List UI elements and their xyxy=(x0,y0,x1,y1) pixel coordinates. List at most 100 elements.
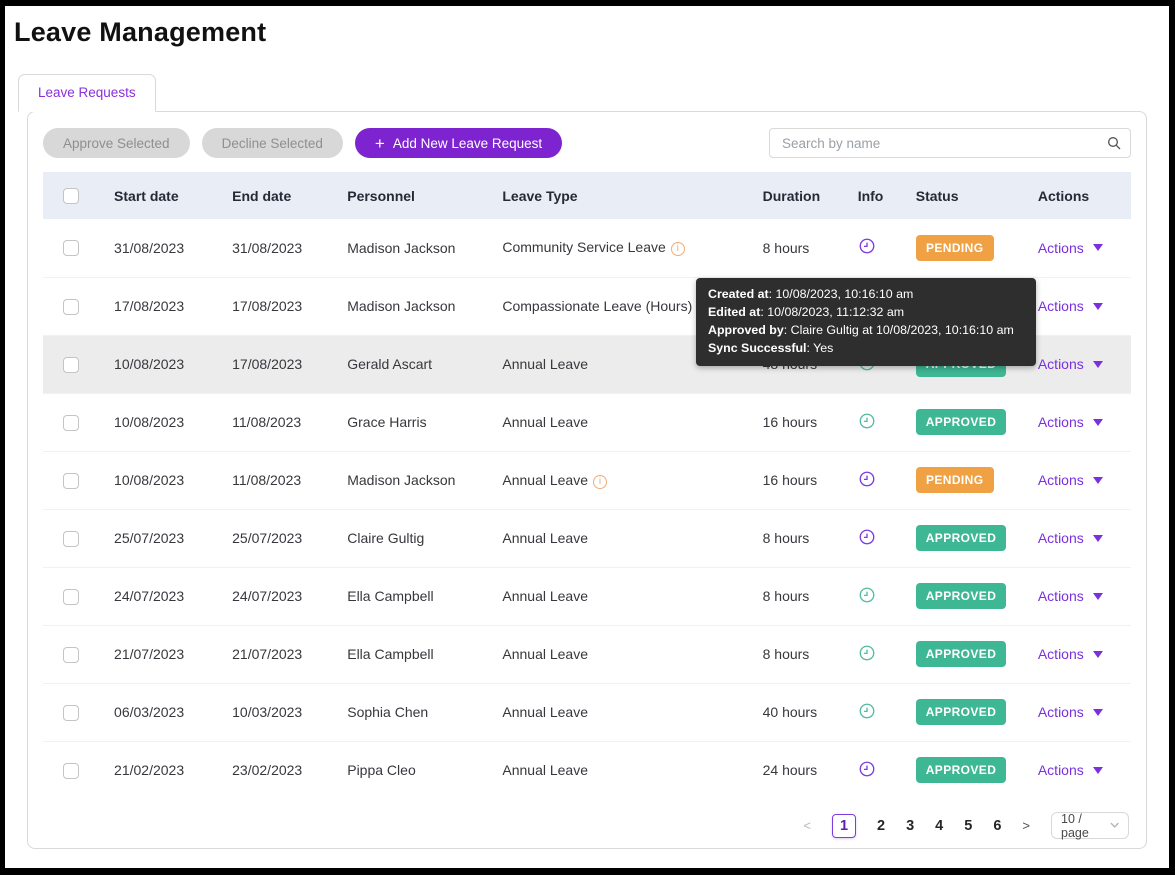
start-date-cell: 10/08/2023 xyxy=(98,393,216,451)
clock-icon[interactable] xyxy=(858,649,876,665)
leave-type-info-icon[interactable]: i xyxy=(593,475,607,489)
leave-type-info-icon[interactable]: i xyxy=(671,242,685,256)
status-badge: APPROVED xyxy=(916,699,1007,725)
actions-dropdown[interactable]: Actions xyxy=(1038,530,1103,546)
header-duration: Duration xyxy=(747,172,842,219)
table-row: 06/03/2023 10/03/2023 Sophia Chen Annual… xyxy=(43,683,1131,741)
info-cell xyxy=(842,683,900,741)
actions-dropdown[interactable]: Actions xyxy=(1038,762,1103,778)
row-checkbox[interactable] xyxy=(63,473,79,489)
end-date-cell: 25/07/2023 xyxy=(216,509,331,567)
personnel-cell: Ella Campbell xyxy=(331,625,486,683)
duration-cell: 24 hours xyxy=(747,741,842,799)
row-checkbox[interactable] xyxy=(63,240,79,256)
start-date-cell: 10/08/2023 xyxy=(98,335,216,393)
row-checkbox[interactable] xyxy=(63,647,79,663)
add-new-leave-request-label: Add New Leave Request xyxy=(393,136,542,151)
tooltip-line: Created at: 10/08/2023, 10:16:10 am xyxy=(708,286,1024,304)
info-cell xyxy=(842,393,900,451)
actions-label: Actions xyxy=(1038,704,1084,720)
clock-icon[interactable] xyxy=(858,707,876,723)
row-checkbox[interactable] xyxy=(63,415,79,431)
pagination-page-6[interactable]: 6 xyxy=(993,818,1001,834)
row-checkbox[interactable] xyxy=(63,705,79,721)
actions-dropdown[interactable]: Actions xyxy=(1038,588,1103,604)
personnel-cell: Claire Gultig xyxy=(331,509,486,567)
end-date-cell: 17/08/2023 xyxy=(216,335,331,393)
status-cell: APPROVED xyxy=(900,741,1022,799)
actions-label: Actions xyxy=(1038,762,1084,778)
pagination-page-4[interactable]: 4 xyxy=(935,818,943,834)
leave-type-cell: Annual Leavei xyxy=(486,741,746,799)
actions-cell: Actions xyxy=(1022,683,1131,741)
dropdown-arrow-icon xyxy=(1093,419,1103,427)
actions-cell: Actions xyxy=(1022,741,1131,799)
leave-type-label: Annual Leave xyxy=(502,530,588,546)
tooltip-line: Approved by: Claire Gultig at 10/08/2023… xyxy=(708,322,1024,340)
leave-type-label: Annual Leave xyxy=(502,762,588,778)
row-checkbox[interactable] xyxy=(63,531,79,547)
pagination-page-2[interactable]: 2 xyxy=(877,818,885,834)
row-checkbox[interactable] xyxy=(63,357,79,373)
actions-dropdown[interactable]: Actions xyxy=(1038,356,1103,372)
leave-type-label: Annual Leave xyxy=(502,472,588,488)
plus-icon: + xyxy=(375,135,385,152)
pagination-next-button[interactable]: > xyxy=(1022,818,1030,833)
pagination-page-1[interactable]: 1 xyxy=(832,814,856,838)
actions-dropdown[interactable]: Actions xyxy=(1038,414,1103,430)
chevron-down-icon xyxy=(1110,822,1119,829)
clock-icon[interactable] xyxy=(858,591,876,607)
leave-type-label: Annual Leave xyxy=(502,704,588,720)
page-size-select[interactable]: 10 / page xyxy=(1051,812,1129,839)
personnel-cell: Pippa Cleo xyxy=(331,741,486,799)
info-cell xyxy=(842,509,900,567)
clock-icon[interactable] xyxy=(858,242,876,258)
header-actions: Actions xyxy=(1022,172,1131,219)
row-checkbox[interactable] xyxy=(63,299,79,315)
actions-label: Actions xyxy=(1038,240,1084,256)
tooltip-line: Sync Successful: Yes xyxy=(708,340,1024,358)
leave-type-cell: Annual Leavei xyxy=(486,393,746,451)
pagination-page-5[interactable]: 5 xyxy=(964,818,972,834)
actions-dropdown[interactable]: Actions xyxy=(1038,704,1103,720)
decline-selected-button[interactable]: Decline Selected xyxy=(202,128,343,158)
clock-icon[interactable] xyxy=(858,765,876,781)
personnel-cell: Sophia Chen xyxy=(331,683,486,741)
approve-selected-button[interactable]: Approve Selected xyxy=(43,128,190,158)
personnel-cell: Ella Campbell xyxy=(331,567,486,625)
actions-cell: Actions xyxy=(1022,393,1131,451)
status-badge: APPROVED xyxy=(916,583,1007,609)
status-cell: APPROVED xyxy=(900,567,1022,625)
table-row: 21/07/2023 21/07/2023 Ella Campbell Annu… xyxy=(43,625,1131,683)
select-all-checkbox[interactable] xyxy=(63,188,79,204)
actions-dropdown[interactable]: Actions xyxy=(1038,240,1103,256)
end-date-cell: 31/08/2023 xyxy=(216,219,331,277)
actions-dropdown[interactable]: Actions xyxy=(1038,298,1103,314)
tab-leave-requests[interactable]: Leave Requests xyxy=(18,74,156,112)
actions-cell: Actions xyxy=(1022,567,1131,625)
start-date-cell: 31/08/2023 xyxy=(98,219,216,277)
row-checkbox[interactable] xyxy=(63,589,79,605)
duration-cell: 40 hours xyxy=(747,683,842,741)
clock-icon[interactable] xyxy=(858,475,876,491)
actions-dropdown[interactable]: Actions xyxy=(1038,646,1103,662)
search-icon[interactable] xyxy=(1106,135,1122,156)
leave-type-cell: Annual Leavei xyxy=(486,509,746,567)
pagination-prev-button[interactable]: < xyxy=(803,818,811,833)
search-input[interactable] xyxy=(769,128,1131,158)
row-checkbox[interactable] xyxy=(63,763,79,779)
clock-icon[interactable] xyxy=(858,533,876,549)
table-row: 10/08/2023 11/08/2023 Grace Harris Annua… xyxy=(43,393,1131,451)
clock-icon[interactable] xyxy=(858,417,876,433)
add-new-leave-request-button[interactable]: + Add New Leave Request xyxy=(355,128,562,158)
leave-type-label: Compassionate Leave (Hours) xyxy=(502,298,692,314)
actions-dropdown[interactable]: Actions xyxy=(1038,472,1103,488)
actions-label: Actions xyxy=(1038,530,1084,546)
start-date-cell: 21/07/2023 xyxy=(98,625,216,683)
status-badge: PENDING xyxy=(916,235,994,261)
duration-cell: 8 hours xyxy=(747,509,842,567)
dropdown-arrow-icon xyxy=(1093,303,1103,311)
pagination-page-3[interactable]: 3 xyxy=(906,818,914,834)
header-status: Status xyxy=(900,172,1022,219)
start-date-cell: 25/07/2023 xyxy=(98,509,216,567)
